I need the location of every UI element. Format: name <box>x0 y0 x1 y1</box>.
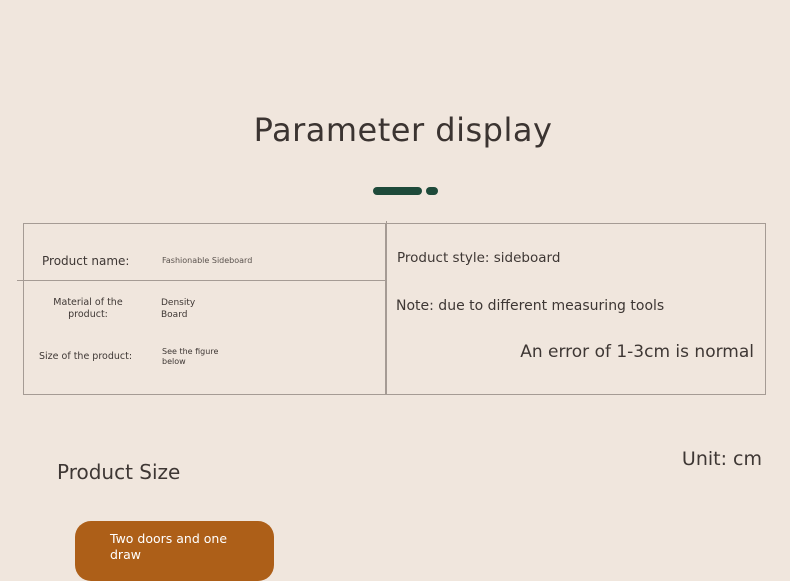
variant-tag-label: Two doors and one draw <box>110 531 228 562</box>
variant-tag: Two doors and one draw <box>75 521 274 581</box>
title-divider-bar <box>373 187 422 195</box>
product-name-label: Product name: <box>42 254 130 268</box>
title-divider-dot <box>426 187 438 195</box>
table-vertical-divider <box>386 221 387 395</box>
product-style-text: Product style: sideboard <box>397 250 561 266</box>
error-tolerance-text: An error of 1-3cm is normal <box>520 342 754 362</box>
size-label: Size of the product: <box>39 351 133 362</box>
material-value: Density Board <box>161 298 196 320</box>
product-size-heading: Product Size <box>57 460 181 484</box>
page-title: Parameter display <box>253 111 553 149</box>
table-horizontal-divider <box>17 280 386 281</box>
product-name-value: Fashionable Sideboard <box>162 256 253 265</box>
size-value: See the figure below <box>162 347 219 366</box>
material-label: Material of the product: <box>53 297 123 320</box>
measurement-note-text: Note: due to different measuring tools <box>396 298 665 314</box>
unit-label: Unit: cm <box>681 448 762 470</box>
